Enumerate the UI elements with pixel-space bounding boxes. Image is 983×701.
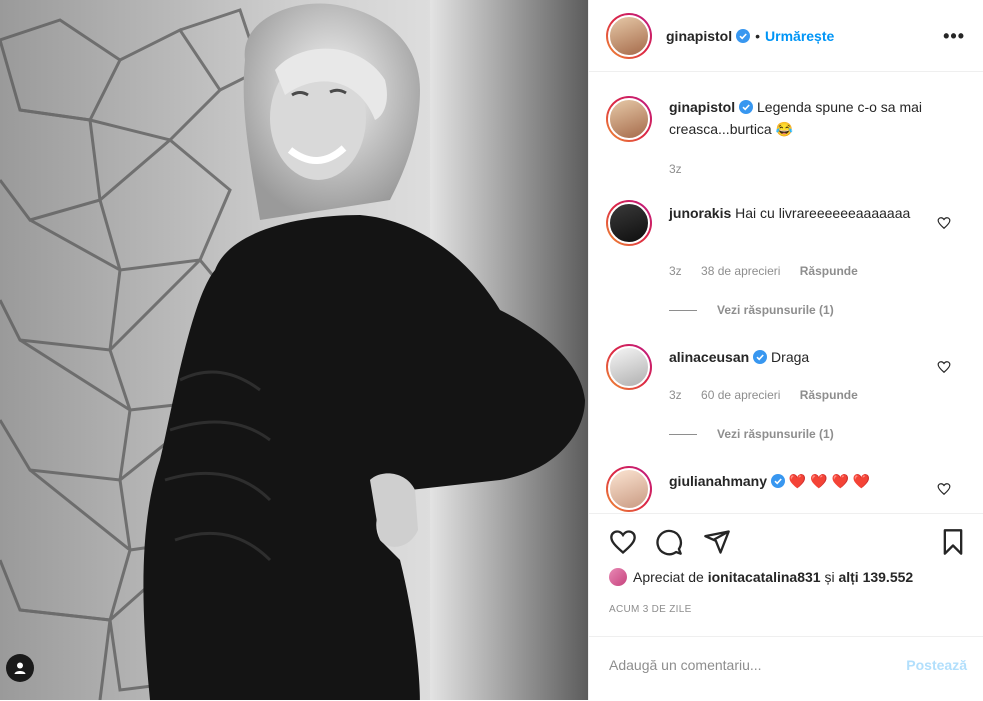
caption-text: ginapistol Legenda spune c-o sa mai crea… xyxy=(669,96,929,140)
liked-by-prefix: Apreciat de xyxy=(633,569,704,585)
header-separator: • xyxy=(755,27,761,44)
caption-item: ginapistol Legenda spune c-o sa mai crea… xyxy=(606,96,963,186)
liked-by-others[interactable]: alți 139.552 xyxy=(838,569,913,585)
liked-by: Apreciat de ionitacatalina831 și alți 13… xyxy=(609,568,913,586)
comment-avatar[interactable] xyxy=(606,344,652,390)
comments-list[interactable]: ginapistol Legenda spune c-o sa mai crea… xyxy=(589,72,983,512)
comment-input[interactable]: Adaugă un comentariu... xyxy=(609,657,762,673)
more-icon[interactable]: ••• xyxy=(943,26,965,47)
comment-time: 3z xyxy=(669,388,682,402)
heart-icon[interactable] xyxy=(937,360,951,374)
comment-icon[interactable] xyxy=(655,528,683,556)
view-replies[interactable]: Vezi răspunsurile (1) xyxy=(669,427,834,441)
replies-divider xyxy=(669,433,697,435)
share-icon[interactable] xyxy=(703,528,731,556)
comment-text: alinaceusan Draga xyxy=(669,346,929,368)
caption-time: 3z xyxy=(669,162,682,176)
view-replies-label: Vezi răspunsurile (1) xyxy=(717,427,834,441)
caption-username[interactable]: ginapistol xyxy=(669,99,735,115)
post-side-panel: ginapistol • Urmărește ••• ginapistol Le… xyxy=(588,0,983,700)
verified-icon xyxy=(739,100,754,114)
comment-text: junorakis Hai cu livrareeeeeeaaaaaaa xyxy=(669,202,929,224)
comment-meta: 3z 60 de aprecieri Răspunde xyxy=(669,388,858,402)
replies-divider xyxy=(669,309,697,311)
reply-button[interactable]: Răspunde xyxy=(800,388,858,402)
view-replies[interactable]: Vezi răspunsurile (1) xyxy=(669,303,834,317)
comment-item: junorakis Hai cu livrareeeeeeaaaaaaa 3z … xyxy=(606,200,963,320)
liker-avatar[interactable] xyxy=(609,568,627,586)
author-avatar[interactable] xyxy=(606,12,652,59)
comment-likes[interactable]: 60 de aprecieri xyxy=(701,388,780,402)
author-username[interactable]: ginapistol xyxy=(666,28,732,44)
verified-icon xyxy=(753,350,768,364)
photo-image xyxy=(0,0,588,700)
liked-by-middle: și xyxy=(824,569,835,585)
comment-item: giulianahmany ❤️ ❤️ ❤️ ❤️ xyxy=(606,466,963,512)
comment-username[interactable]: alinaceusan xyxy=(669,349,749,365)
user-tag-button[interactable] xyxy=(6,654,34,682)
comment-body: ❤️ ❤️ ❤️ ❤️ xyxy=(788,473,871,489)
comment-item: alinaceusan Draga 3z 60 de aprecieri Răs… xyxy=(606,344,963,464)
post-photo[interactable] xyxy=(0,0,588,700)
heart-icon[interactable] xyxy=(937,216,951,230)
comment-avatar[interactable] xyxy=(606,200,652,246)
comment-text: giulianahmany ❤️ ❤️ ❤️ ❤️ xyxy=(669,470,949,492)
action-bar xyxy=(589,513,983,570)
post-comment-button[interactable]: Postează xyxy=(906,657,967,673)
comment-avatar[interactable] xyxy=(606,466,652,512)
reply-button[interactable]: Răspunde xyxy=(800,264,858,278)
view-replies-label: Vezi răspunsurile (1) xyxy=(717,303,834,317)
heart-icon[interactable] xyxy=(937,482,951,496)
comment-body: Hai cu livrareeeeeeaaaaaaa xyxy=(735,205,911,221)
comment-meta: 3z 38 de aprecieri Răspunde xyxy=(669,264,858,278)
user-tag-icon xyxy=(14,662,26,674)
comment-username[interactable]: junorakis xyxy=(669,205,731,221)
comment-username[interactable]: giulianahmany xyxy=(669,473,767,489)
verified-icon xyxy=(736,28,751,43)
comment-likes[interactable]: 38 de aprecieri xyxy=(701,264,780,278)
comment-time: 3z xyxy=(669,264,682,278)
post-header: ginapistol • Urmărește ••• xyxy=(589,0,983,72)
verified-icon xyxy=(771,474,786,488)
liked-by-user[interactable]: ionitacatalina831 xyxy=(708,569,821,585)
follow-button[interactable]: Urmărește xyxy=(765,28,834,44)
add-comment-bar: Adaugă un comentariu... Postează xyxy=(589,636,983,701)
caption-avatar[interactable] xyxy=(606,96,652,142)
comment-body: Draga xyxy=(771,349,810,365)
post-timestamp[interactable]: ACUM 3 DE ZILE xyxy=(609,604,692,615)
heart-icon[interactable] xyxy=(609,528,637,556)
bookmark-icon[interactable] xyxy=(939,528,967,556)
